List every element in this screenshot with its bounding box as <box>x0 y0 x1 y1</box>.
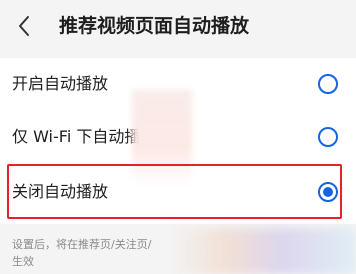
back-button[interactable] <box>12 12 36 40</box>
option-label: 开启自动播放 <box>12 74 109 93</box>
page-title: 推荐视频页面自动播放 <box>59 15 250 37</box>
page-header: 推荐视频页面自动播放 <box>0 0 356 52</box>
footnote-line: 生效 <box>12 255 34 268</box>
chevron-left-icon <box>19 16 29 36</box>
settings-footnote: 设置后，将在推荐页/关注页/ 生效 <box>12 236 182 270</box>
blurred-overlay <box>170 228 356 274</box>
footnote-line: 设置后，将在推荐页/关注页/ <box>12 238 152 251</box>
option-label: 仅 Wi-Fi 下自动播 <box>12 127 141 146</box>
highlight-frame <box>7 164 342 219</box>
radio-button[interactable] <box>318 74 338 94</box>
radio-button[interactable] <box>318 127 338 147</box>
